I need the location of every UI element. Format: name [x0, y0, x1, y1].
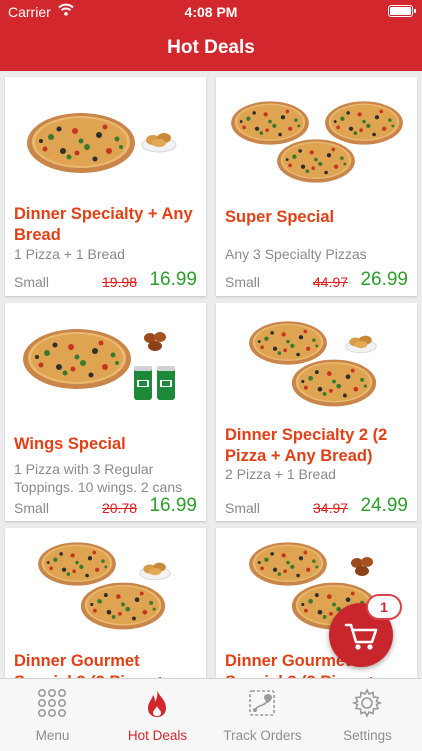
deal-new-price: 16.99	[149, 269, 197, 290]
deal-card[interactable]: Wings Special 1 Pizza with 3 Regular Top…	[5, 303, 206, 521]
deals-grid: Dinner Specialty + Any Bread 1 Pizza + 1…	[0, 71, 422, 678]
flame-icon	[148, 689, 166, 717]
deal-new-price: 16.99	[149, 495, 197, 516]
tab-bar: Menu Hot Deals Track Orders Settings	[0, 678, 422, 751]
tab-hot-deals[interactable]: Hot Deals	[105, 679, 210, 751]
grid-dots-icon	[37, 688, 66, 717]
tab-label: Settings	[343, 728, 392, 743]
route-map-icon	[249, 690, 275, 716]
status-bar: Carrier 4:08 PM	[0, 0, 422, 24]
deal-card[interactable]: Dinner Specialty + Any Bread 1 Pizza + 1…	[5, 77, 206, 296]
deal-old-price: 19.98	[102, 274, 138, 290]
deal-image	[38, 542, 171, 630]
tab-settings[interactable]: Settings	[315, 679, 420, 751]
deal-old-price: 20.78	[102, 500, 138, 516]
deal-size: Small	[225, 274, 261, 290]
deal-card[interactable]: Dinner Gourmet Special 2 (2 Pizza + Any …	[5, 528, 206, 678]
deal-title: Dinner Specialty 2 (2 Pizza + Any Bread)	[225, 426, 388, 465]
tab-label: Menu	[35, 728, 70, 743]
cart-count-badge: 1	[366, 594, 402, 620]
deal-image	[231, 101, 403, 183]
deal-image	[23, 329, 175, 400]
tab-label: Hot Deals	[127, 728, 188, 743]
deal-old-price: 34.97	[313, 500, 349, 516]
deal-title: Super Special	[225, 208, 335, 226]
deal-size: Small	[225, 500, 261, 516]
deal-description: 1 Pizza with 3 Regular Toppings. 10 wing…	[14, 461, 183, 495]
deal-size: Small	[14, 500, 50, 516]
deal-image	[27, 113, 177, 173]
deal-description: 1 Pizza + 1 Bread	[14, 246, 125, 262]
deal-image	[249, 321, 377, 407]
deal-old-price: 44.97	[313, 274, 349, 290]
gear-icon	[351, 688, 383, 718]
tab-menu[interactable]: Menu	[0, 679, 105, 751]
deal-size: Small	[14, 274, 50, 290]
status-time: 4:08 PM	[184, 4, 238, 20]
tab-track-orders[interactable]: Track Orders	[210, 679, 315, 751]
deal-title: Wings Special	[14, 435, 126, 453]
app-header: Carrier 4:08 PM Hot Deals	[0, 0, 422, 71]
page-title: Hot Deals	[167, 37, 255, 58]
battery-icon	[388, 5, 416, 17]
deal-card[interactable]: Super Special Any 3 Specialty Pizzas Sma…	[216, 77, 417, 296]
deal-description: 2 Pizza + 1 Bread	[225, 466, 336, 482]
deal-card[interactable]: Dinner Specialty 2 (2 Pizza + Any Bread)…	[216, 303, 417, 521]
deal-new-price: 26.99	[360, 269, 408, 290]
tab-label: Track Orders	[223, 728, 302, 743]
deal-title: Dinner Specialty + Any Bread	[14, 205, 193, 244]
deal-title: Dinner Gourmet Special 2 (2 Pizza + Any …	[14, 652, 165, 678]
deal-new-price: 24.99	[360, 495, 408, 516]
deal-description: Any 3 Specialty Pizzas	[225, 246, 367, 262]
